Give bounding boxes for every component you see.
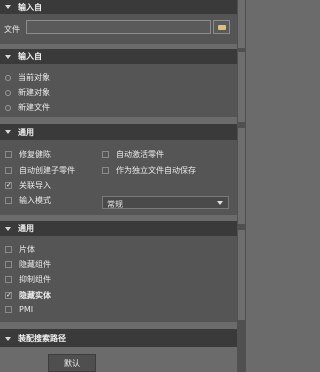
collapse-icon — [5, 226, 11, 231]
panel-title: 通用 — [18, 127, 34, 137]
collapse-icon — [5, 130, 11, 134]
checkbox-sheet-body[interactable]: 片体 — [5, 244, 35, 255]
checkbox-pmi[interactable]: PMI — [5, 305, 33, 314]
radio-button[interactable] — [5, 74, 11, 81]
checkbox[interactable] — [102, 151, 109, 158]
panel-title: 输入自 — [18, 52, 42, 61]
general-panel-2: 通用 片体 隐藏组件 抑制组件 ✓ 隐藏实体 PMI — [0, 221, 237, 322]
collapse-icon — [5, 336, 11, 341]
checkbox-suppress-components[interactable]: 抑制组件 — [5, 274, 51, 285]
scroll-thumb[interactable] — [238, 0, 245, 48]
radio-button[interactable] — [5, 89, 11, 96]
checkbox[interactable] — [5, 197, 12, 204]
collapse-icon — [5, 5, 11, 9]
assembly-search-header[interactable]: 装配搜索路径 — [0, 331, 237, 346]
checkbox[interactable]: ✓ — [5, 182, 12, 189]
checkbox-auto-activate-part[interactable]: 自动激活零件 — [102, 149, 164, 160]
general-panel-2-header[interactable]: 通用 — [0, 221, 237, 236]
scroll-thumb-segment — [238, 230, 245, 320]
checkbox-repair-healing[interactable]: 修复健陈 — [5, 149, 51, 160]
file-path-input[interactable] — [26, 20, 211, 34]
general-panel: 通用 修复健陈 自动激活零件 自动创建子零件 作为独立文件自动保存 ✓ 关联导入… — [0, 124, 237, 215]
scroll-thumb-segment — [238, 128, 245, 224]
default-button[interactable]: 默认 — [48, 354, 96, 372]
radio-new-file[interactable]: 新建文件 — [5, 102, 50, 113]
general-panel-header[interactable]: 通用 — [0, 124, 237, 140]
checkbox-hide-components[interactable]: 隐藏组件 — [5, 259, 51, 270]
assembly-search-panel: 装配搜索路径 — [0, 329, 237, 347]
panel-title: 输入自 — [18, 2, 42, 12]
chevron-down-icon — [217, 201, 223, 205]
checkbox-input-mode[interactable]: 输入模式 — [5, 195, 51, 206]
input-mode-select[interactable]: 常规 — [102, 196, 229, 209]
checkbox[interactable] — [5, 167, 12, 174]
checkbox[interactable]: ✓ — [5, 292, 12, 299]
folder-icon — [218, 25, 226, 30]
browse-folder-button[interactable] — [213, 20, 230, 34]
checkbox-auto-save-separate[interactable]: 作为独立文件自动保存 — [102, 165, 196, 176]
collapse-icon — [5, 54, 11, 59]
checkbox[interactable] — [5, 306, 12, 313]
checkbox[interactable] — [102, 167, 109, 174]
checkbox-auto-create-subpart[interactable]: 自动创建子零件 — [5, 165, 75, 176]
scroll-thumb-segment — [238, 52, 245, 122]
source-panel-header[interactable]: 输入自 — [0, 49, 237, 64]
bottom-bar: 默认 — [0, 350, 237, 372]
checkbox[interactable] — [5, 276, 12, 283]
radio-current-object[interactable]: 当前对象 — [5, 72, 50, 83]
panel-title: 装配搜索路径 — [18, 334, 66, 343]
source-panel: 输入自 当前对象 新建对象 新建文件 — [0, 49, 237, 117]
file-label: 文件 — [4, 25, 20, 34]
radio-new-object[interactable]: 新建对象 — [5, 87, 50, 98]
checkbox[interactable] — [5, 151, 12, 158]
checkbox[interactable] — [5, 261, 12, 268]
checkbox-associative-import[interactable]: ✓ 关联导入 — [5, 180, 51, 191]
vertical-scrollbar[interactable] — [237, 0, 246, 372]
input-panel-header[interactable]: 输入自 — [0, 0, 237, 14]
input-panel: 输入自 文件 — [0, 0, 237, 44]
radio-button[interactable] — [5, 104, 11, 111]
checkbox[interactable] — [5, 246, 12, 253]
panel-title: 通用 — [18, 224, 34, 233]
checkbox-hide-bodies[interactable]: ✓ 隐藏实体 — [5, 290, 51, 301]
